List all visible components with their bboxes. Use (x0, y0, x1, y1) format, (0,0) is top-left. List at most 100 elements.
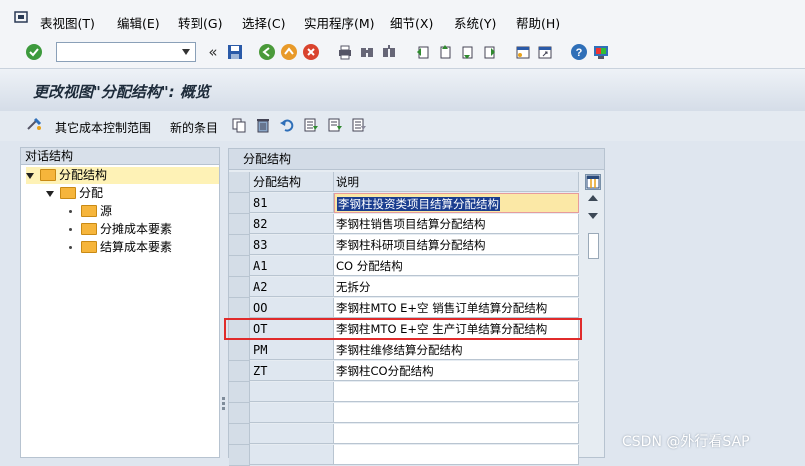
display-change-icon[interactable] (26, 116, 44, 134)
cell-allocation-structure[interactable]: A2 (250, 277, 334, 297)
cell-allocation-structure[interactable] (250, 424, 334, 444)
undo-icon[interactable] (278, 116, 296, 134)
cell-description[interactable] (334, 403, 579, 423)
cell-description[interactable]: 李钢柱投资类项目结算分配结构 (334, 193, 579, 213)
bullet-icon (69, 228, 72, 231)
application-toolbar: 其它成本控制范围 新的条目 (0, 111, 805, 141)
other-cost-control-area-button[interactable]: 其它成本控制范围 (55, 119, 151, 136)
dialog-structure-header: 对话结构 (21, 148, 219, 165)
folder-icon (60, 186, 76, 199)
first-page-icon[interactable] (414, 43, 432, 61)
row-selector[interactable] (229, 214, 250, 235)
folder-icon (81, 222, 97, 235)
cell-description[interactable] (334, 382, 579, 402)
deselect-all-icon[interactable] (350, 116, 368, 134)
menu-goto[interactable]: 转到(G) (178, 13, 222, 32)
cell-description[interactable]: 李钢柱维修结算分配结构 (334, 340, 579, 360)
bullet-icon (69, 210, 72, 213)
tree-node-allocation-cost-elements[interactable]: 分摊成本要素 (69, 221, 172, 238)
scroll-thumb[interactable] (588, 233, 599, 259)
row-selector[interactable] (229, 235, 250, 256)
cell-allocation-structure[interactable] (250, 445, 334, 465)
row-selector[interactable] (229, 445, 250, 466)
cell-description[interactable]: CO 分配结构 (334, 256, 579, 276)
cell-allocation-structure[interactable]: OO (250, 298, 334, 318)
cell-description[interactable]: 无拆分 (334, 277, 579, 297)
system-menu-icon[interactable] (14, 11, 28, 23)
cell-description[interactable] (334, 424, 579, 444)
previous-page-icon[interactable] (436, 43, 454, 61)
cancel-icon[interactable] (302, 43, 320, 61)
row-selector[interactable] (229, 424, 250, 445)
copy-icon[interactable] (230, 116, 248, 134)
row-selector[interactable] (229, 256, 250, 277)
folder-icon (81, 204, 97, 217)
menu-help[interactable]: 帮助(H) (516, 13, 560, 32)
row-selector[interactable] (229, 340, 250, 361)
tree-node-assignment[interactable]: 分配 (46, 185, 103, 202)
new-session-icon[interactable] (514, 43, 532, 61)
select-all-icon[interactable] (302, 116, 320, 134)
chevron-down-icon[interactable] (182, 49, 190, 55)
cell-description[interactable] (334, 445, 579, 465)
customize-layout-icon[interactable] (592, 43, 610, 61)
menu-edit[interactable]: 编辑(E) (117, 13, 160, 32)
select-all-rows-cell[interactable] (229, 172, 250, 193)
cell-allocation-structure[interactable] (250, 382, 334, 402)
folder-open-icon (40, 168, 56, 181)
find-icon[interactable] (358, 43, 376, 61)
back-icon[interactable] (258, 43, 276, 61)
menu-table-view[interactable]: 表视图(T) (40, 13, 95, 32)
help-icon[interactable]: ? (570, 43, 588, 61)
save-icon[interactable] (226, 43, 244, 61)
row-selector[interactable] (229, 382, 250, 403)
column-header-description[interactable]: 说明 (334, 172, 579, 192)
cell-description[interactable]: 李钢柱销售项目结算分配结构 (334, 214, 579, 234)
cell-description[interactable]: 李钢柱MTO E+空 销售订单结算分配结构 (334, 298, 579, 318)
cell-allocation-structure[interactable] (250, 403, 334, 423)
cell-description[interactable]: 李钢柱CO分配结构 (334, 361, 579, 381)
delete-icon[interactable] (254, 116, 272, 134)
tree-node-settlement-cost-elements[interactable]: 结算成本要素 (69, 239, 172, 256)
column-header-allocation-structure[interactable]: 分配结构 (250, 172, 334, 192)
cell-allocation-structure[interactable]: A1 (250, 256, 334, 276)
row-selector[interactable] (229, 193, 250, 214)
next-page-icon[interactable] (458, 43, 476, 61)
cell-allocation-structure[interactable]: ZT (250, 361, 334, 381)
cell-allocation-structure[interactable]: 81 (250, 193, 334, 213)
watermark: CSDN @外行看SAP (622, 434, 750, 450)
enter-check-icon[interactable] (25, 43, 43, 61)
exit-icon[interactable] (280, 43, 298, 61)
cell-allocation-structure[interactable]: PM (250, 340, 334, 360)
row-selector[interactable] (229, 277, 250, 298)
command-field[interactable] (56, 42, 196, 62)
select-block-icon[interactable] (326, 116, 344, 134)
scroll-up-arrow-icon[interactable] (588, 195, 598, 201)
new-entries-button[interactable]: 新的条目 (170, 119, 218, 136)
menu-system[interactable]: 系统(Y) (454, 13, 496, 32)
cell-allocation-structure[interactable]: 83 (250, 235, 334, 255)
row-selector[interactable] (229, 298, 250, 319)
shortcut-icon[interactable] (536, 43, 554, 61)
panel-splitter[interactable] (221, 147, 227, 458)
column-settings-icon[interactable] (585, 174, 601, 190)
cell-allocation-structure[interactable]: 82 (250, 214, 334, 234)
print-icon[interactable] (336, 43, 354, 61)
expand-arrow-icon[interactable] (46, 190, 54, 197)
row-selector[interactable] (229, 361, 250, 382)
row-selector[interactable] (229, 403, 250, 424)
selected-text: 李钢柱投资类项目结算分配结构 (337, 197, 500, 211)
menu-details[interactable]: 细节(X) (390, 13, 433, 32)
table-title: 分配结构 (229, 149, 604, 170)
nav-collapse-icon[interactable]: « (204, 43, 222, 61)
expand-arrow-icon[interactable] (26, 172, 34, 179)
table-vertical-scrollbar[interactable] (586, 191, 600, 456)
menu-utilities[interactable]: 实用程序(M) (304, 13, 375, 32)
last-page-icon[interactable] (480, 43, 498, 61)
menu-selection[interactable]: 选择(C) (242, 13, 285, 32)
cell-description[interactable]: 李钢柱科研项目结算分配结构 (334, 235, 579, 255)
tree-node-source[interactable]: 源 (69, 203, 112, 220)
find-next-icon[interactable] (380, 43, 398, 61)
scroll-down-arrow-icon[interactable] (588, 213, 598, 219)
tree-node-allocation-structure[interactable]: 分配结构 (26, 167, 219, 184)
